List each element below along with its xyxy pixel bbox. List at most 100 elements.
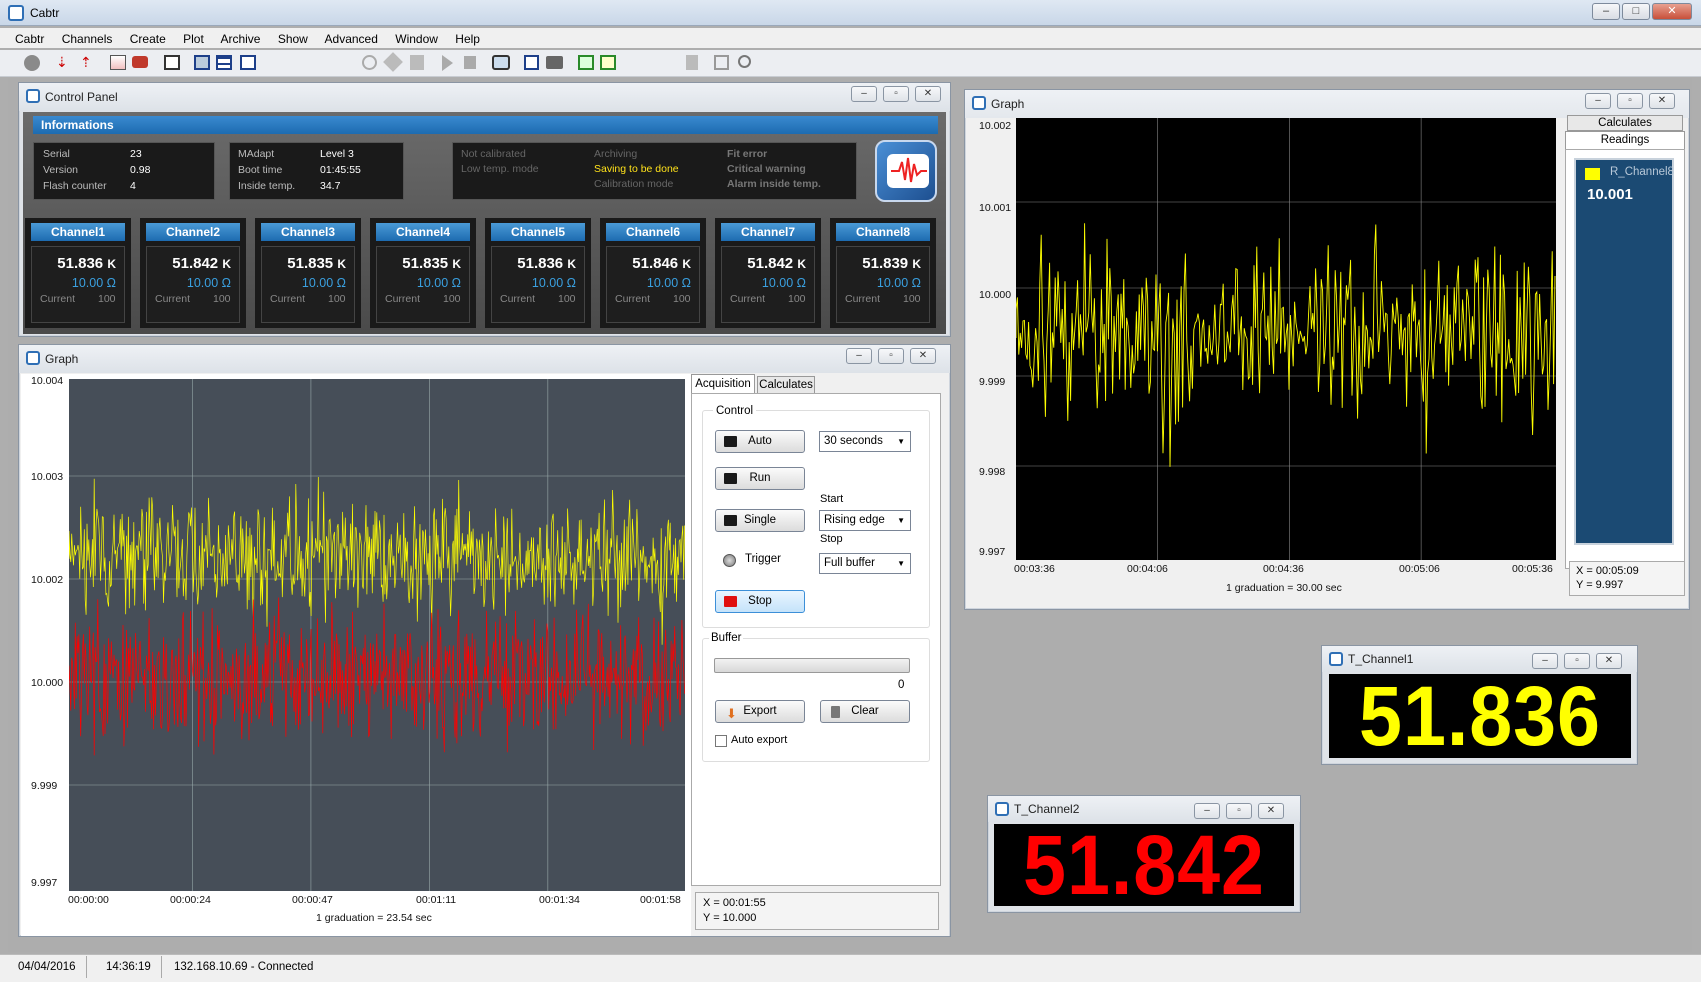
trigger-label: Trigger [745,553,781,565]
reading-value: 10.001 [1587,186,1633,203]
restore-button[interactable]: ▫ [1564,653,1590,669]
menu-advanced[interactable]: Advanced [325,32,378,46]
minimize-button[interactable]: – [846,348,872,364]
cursor-x: X = 00:05:09 [1576,565,1639,577]
control-panel-titlebar[interactable]: Control Panel – ▫ ✕ [19,83,950,111]
play-icon[interactable] [442,55,453,71]
print-icon[interactable] [546,56,563,69]
panel-icon[interactable] [164,55,180,70]
channel-name: Channel8 [836,223,930,241]
graph-window-main: Graph – ▫ ✕ 10.004 10.003 10.002 10.000 … [18,344,951,937]
menu-cabtr[interactable]: Cabtr [15,32,44,46]
tab-readings[interactable]: Readings [1565,131,1685,150]
minimize-button[interactable]: – [1585,93,1611,109]
menu-archive[interactable]: Archive [220,32,260,46]
current-label: Current [615,293,651,305]
tab-acquisition[interactable]: Acquisition [691,374,755,394]
auto-button[interactable]: Auto [715,430,805,453]
menu-show[interactable]: Show [278,32,308,46]
menu-plot[interactable]: Plot [183,32,204,46]
x-tick: 00:04:06 [1127,563,1168,575]
channel-tile[interactable]: Channel2 51.842 K 10.00 Ω Current 100 [140,218,246,328]
x-tick: 00:00:47 [292,894,333,906]
settings-icon[interactable] [362,55,377,70]
tile-vertical-icon[interactable] [240,55,256,70]
start-select[interactable]: Rising edge [819,510,911,531]
graph-plot[interactable] [69,379,685,891]
menu-window[interactable]: Window [395,32,438,46]
current-label: Current [500,293,536,305]
minimize-button[interactable]: – [1592,3,1620,20]
y-tick: 9.998 [979,466,1006,478]
restore-button[interactable]: ▫ [878,348,904,364]
status-saving: Saving to be done [594,163,679,175]
tools-icon[interactable] [410,55,424,70]
cascade-icon[interactable] [194,55,210,70]
tab-calculates[interactable]: Calculates [757,376,815,394]
title-bar: Cabtr – □ ✕ [0,0,1701,26]
auto-export-checkbox[interactable] [715,735,727,747]
status-not-calibrated: Not calibrated [461,148,526,160]
t-channel2-value: 51.842 [1023,818,1265,912]
clear-button[interactable]: Clear [820,700,910,723]
status-connection: 132.168.10.69 - Connected [174,961,314,973]
menu-help[interactable]: Help [455,32,480,46]
export-icon[interactable] [600,55,616,70]
import-icon[interactable] [578,55,594,70]
export-button[interactable]: ⬇ Export [715,700,805,723]
single-button[interactable]: Single [715,509,805,532]
channel-tile[interactable]: Channel7 51.842 K 10.00 Ω Current 100 [715,218,821,328]
t-channel2-window: T_Channel2 – ▫ ✕ 51.842 [987,795,1301,913]
menu-channels[interactable]: Channels [62,32,113,46]
close-button[interactable]: ✕ [1649,93,1675,109]
tile-horizontal-icon[interactable] [216,55,232,70]
run-button[interactable]: Run [715,467,805,490]
restore-button[interactable]: ▫ [1226,803,1252,819]
close-button[interactable]: ✕ [1652,3,1692,20]
thermometer-alt-icon[interactable]: ⇡ [80,54,92,72]
close-button[interactable]: ✕ [915,86,941,102]
close-button[interactable]: ✕ [910,348,936,364]
eraser-icon[interactable] [132,56,148,68]
t-channel1-value: 51.836 [1359,669,1601,763]
current-value: 100 [98,293,116,305]
current-value: 100 [903,293,921,305]
maximize-button[interactable]: □ [1622,3,1650,20]
stop-select[interactable]: Full buffer [819,553,911,574]
minimize-button[interactable]: – [1532,653,1558,669]
channel-tile[interactable]: Channel5 51.836 K 10.00 Ω Current 100 [485,218,591,328]
tab-calculates[interactable]: Calculates [1567,115,1683,131]
chart-icon[interactable] [110,55,126,70]
connect-icon[interactable] [492,55,510,70]
madapt-info-box: MAdapt Level 3 Boot time 01:45:55 Inside… [229,142,404,200]
channel-tile[interactable]: Channel8 51.839 K 10.00 Ω Current 100 [830,218,936,328]
restore-button[interactable]: ▫ [883,86,909,102]
graph-titlebar[interactable]: Graph – ▫ ✕ [965,90,1689,118]
menu-create[interactable]: Create [130,32,166,46]
current-label: Current [845,293,881,305]
document-icon[interactable] [686,55,698,70]
close-button[interactable]: ✕ [1596,653,1622,669]
channel-tile[interactable]: Channel4 51.835 K 10.00 Ω Current 100 [370,218,476,328]
zoom-fit-icon[interactable] [714,55,729,70]
minimize-button[interactable]: – [1194,803,1220,819]
inside-temp-value: 34.7 [320,180,341,192]
channel-tile[interactable]: Channel1 51.836 K 10.00 Ω Current 100 [25,218,131,328]
graph-titlebar[interactable]: Graph – ▫ ✕ [19,345,950,373]
channel-tile[interactable]: Channel3 51.835 K 10.00 Ω Current 100 [255,218,361,328]
minimize-button[interactable]: – [851,86,877,102]
channel-tile[interactable]: Channel6 51.846 K 10.00 Ω Current 100 [600,218,706,328]
current-value: 100 [213,293,231,305]
zoom-icon[interactable] [738,55,751,68]
channel-resistance: 10.00 Ω [416,276,461,290]
stop-icon[interactable] [464,56,476,69]
graph-plot[interactable] [1016,118,1556,560]
restore-button[interactable]: ▫ [1617,93,1643,109]
tag-icon[interactable] [383,52,403,72]
record-icon[interactable] [24,55,40,71]
close-button[interactable]: ✕ [1258,803,1284,819]
stop-button[interactable]: Stop [715,590,805,613]
copy-icon[interactable] [524,55,539,70]
period-select[interactable]: 30 seconds [819,431,911,452]
thermometer-icon[interactable]: ⇣ [56,54,68,72]
